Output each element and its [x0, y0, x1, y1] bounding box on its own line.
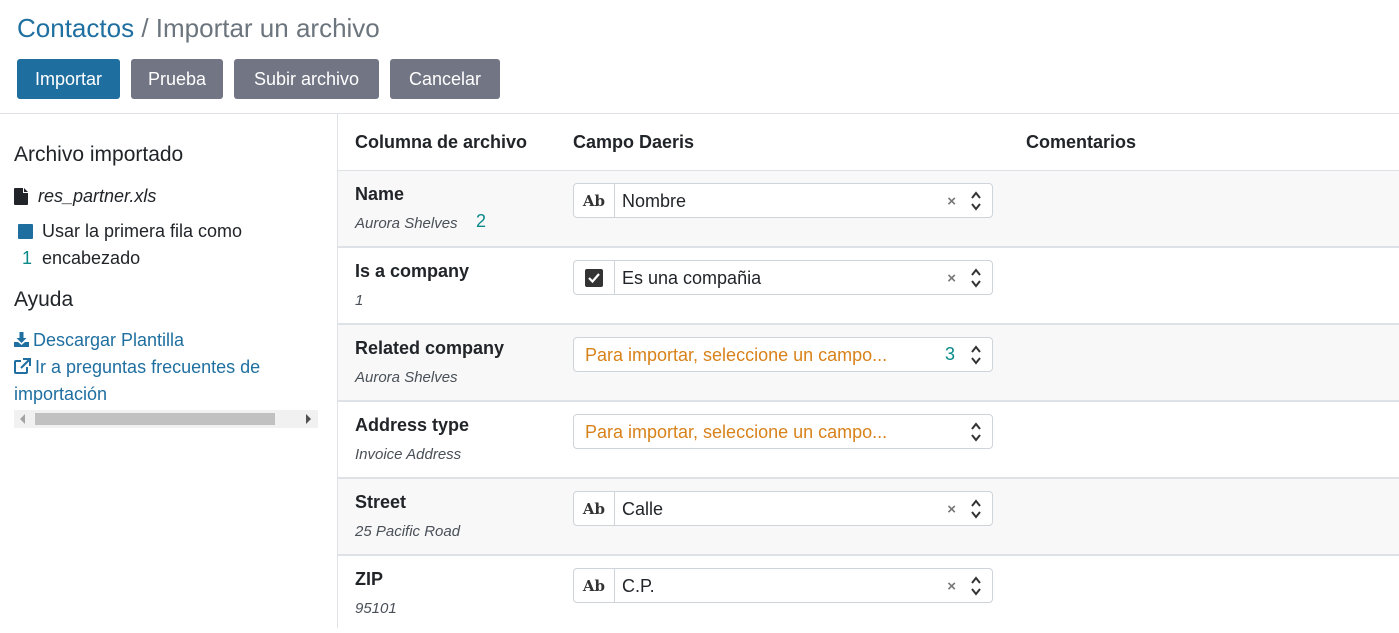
field-value: Nombre — [622, 191, 687, 211]
column-sample: Invoice Address — [355, 446, 462, 463]
upload-file-button[interactable]: Subir archivo — [234, 59, 379, 99]
faq-label: Ir a preguntas frecuentes de importación — [14, 357, 261, 404]
field-placeholder: Para importar, seleccione un campo... — [585, 422, 888, 442]
table-row: Related company Aurora Shelves Para impo… — [338, 325, 1399, 402]
column-sample: Aurora Shelves — [355, 369, 458, 386]
download-template-link[interactable]: Descargar Plantilla — [14, 327, 184, 354]
field-select[interactable]: Para importar, seleccione un campo... 3 — [573, 337, 993, 372]
control-panel: Contactos / Importar un archivo Importar… — [0, 0, 1399, 114]
updown-chevron-icon[interactable] — [970, 497, 982, 521]
clear-icon[interactable]: × — [947, 193, 956, 210]
field-select[interactable]: Es una compañia × — [573, 260, 993, 295]
cancel-button[interactable]: Cancelar — [390, 59, 500, 99]
table-header: Columna de archivo Campo Daeris Comentar… — [338, 114, 1399, 171]
table-row: ZIP 95101 Ab C.P. × — [338, 556, 1399, 633]
column-sample: 25 Pacific Road — [355, 523, 461, 540]
table-row: Address type Invoice Address Para import… — [338, 402, 1399, 479]
clear-icon[interactable]: × — [947, 578, 956, 595]
file-icon — [14, 188, 28, 205]
checkbox-type-icon — [574, 261, 615, 294]
column-sample: 95101 — [355, 600, 397, 617]
import-button[interactable]: Importar — [17, 59, 120, 99]
scrollbar-thumb[interactable] — [35, 413, 275, 425]
column-name: Is a company — [355, 261, 470, 281]
breadcrumb-separator: / — [141, 13, 149, 43]
faq-link[interactable]: Ir a preguntas frecuentes de importación — [14, 354, 314, 408]
imported-file-title: Archivo importado — [14, 143, 184, 166]
help-title: Ayuda — [14, 288, 74, 311]
field-select[interactable]: Ab Nombre × — [573, 183, 993, 218]
scroll-left-arrow-icon[interactable] — [20, 414, 25, 424]
updown-chevron-icon[interactable] — [970, 343, 982, 367]
field-select[interactable]: Para importar, seleccione un campo... — [573, 414, 993, 449]
download-template-label: Descargar Plantilla — [33, 330, 185, 350]
import-sidebar: Archivo importado res_partner.xls Usar l… — [0, 114, 338, 628]
updown-chevron-icon[interactable] — [970, 574, 982, 598]
clear-icon[interactable]: × — [947, 270, 956, 287]
annotation-number-3: 3 — [945, 344, 956, 364]
column-name: Related company — [355, 338, 505, 358]
test-button[interactable]: Prueba — [131, 59, 223, 99]
header-file-column: Columna de archivo — [355, 132, 528, 152]
text-type-icon: Ab — [574, 184, 615, 217]
breadcrumb: Contactos / Importar un archivo — [17, 12, 380, 44]
breadcrumb-current: Importar un archivo — [155, 13, 380, 43]
field-select[interactable]: Ab C.P. × — [573, 568, 993, 603]
checkbox-icon[interactable] — [18, 224, 33, 239]
horizontal-scrollbar[interactable] — [14, 410, 318, 428]
column-name: Name — [355, 184, 405, 204]
breadcrumb-contacts-link[interactable]: Contactos — [17, 13, 134, 43]
header-daeris-field: Campo Daeris — [573, 132, 695, 152]
column-name: Address type — [355, 415, 470, 435]
updown-chevron-icon[interactable] — [970, 420, 982, 444]
clear-icon[interactable]: × — [947, 501, 956, 518]
table-row: Name Aurora Shelves 2 Ab Nombre × — [338, 171, 1399, 248]
table-row: Is a company 1 Es una compañia × — [338, 248, 1399, 325]
field-select[interactable]: Ab Calle × — [573, 491, 993, 526]
external-link-icon — [14, 358, 31, 374]
annotation-number-2: 2 — [476, 211, 487, 231]
column-name: Street — [355, 492, 407, 512]
scroll-right-arrow-icon[interactable] — [306, 414, 311, 424]
updown-chevron-icon[interactable] — [970, 189, 982, 213]
imported-file: res_partner.xls — [14, 186, 156, 207]
field-value: Calle — [622, 499, 664, 519]
updown-chevron-icon[interactable] — [970, 266, 982, 290]
file-name: res_partner.xls — [38, 186, 157, 206]
header-comments: Comentarios — [1026, 132, 1137, 152]
field-value: Es una compañia — [622, 268, 762, 288]
field-value: C.P. — [622, 576, 655, 596]
import-mapping-table: Columna de archivo Campo Daeris Comentar… — [338, 114, 1399, 628]
column-sample: Aurora Shelves — [355, 215, 458, 232]
header-row-checkbox-label: Usar la primera fila como encabezado — [42, 221, 243, 268]
text-type-icon: Ab — [574, 492, 615, 525]
table-row: Street 25 Pacific Road Ab Calle × — [338, 479, 1399, 556]
text-type-icon: Ab — [574, 569, 615, 602]
download-icon — [14, 332, 29, 347]
annotation-number-1: 1 — [22, 248, 33, 268]
field-placeholder: Para importar, seleccione un campo... — [585, 345, 888, 365]
column-sample: 1 — [355, 292, 364, 309]
column-name: ZIP — [355, 569, 384, 589]
